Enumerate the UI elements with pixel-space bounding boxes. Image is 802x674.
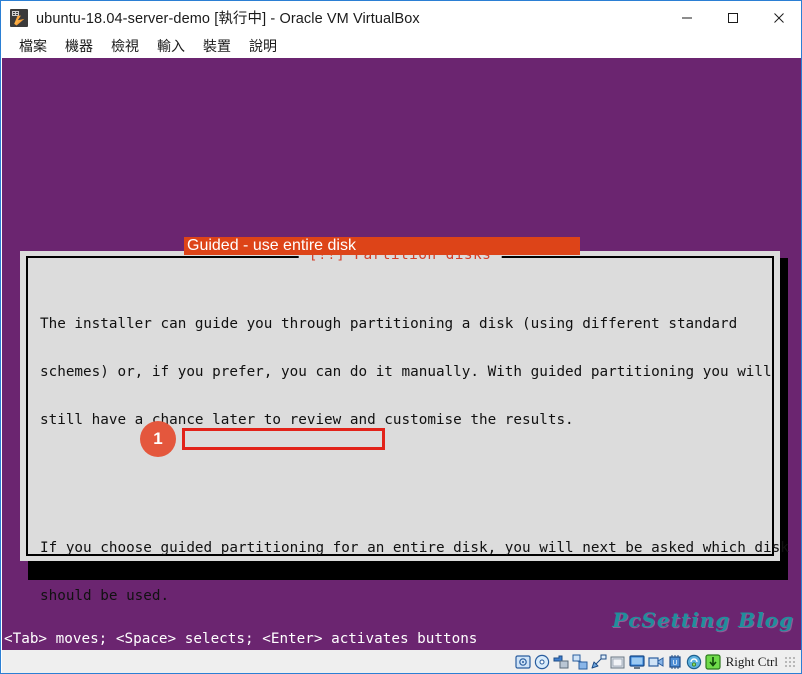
- intro-line-2: schemes) or, if you prefer, you can do i…: [40, 364, 772, 380]
- watermark-text: PcSetting Blog: [612, 608, 794, 632]
- menu-item-help[interactable]: 說明: [240, 34, 286, 58]
- guided-note-line-2: should be used.: [40, 588, 170, 604]
- virtualbox-status-bar: U Right Ctrl: [2, 650, 801, 673]
- minimize-button[interactable]: [664, 2, 710, 33]
- title-bar: ubuntu-18.04-server-demo [執行中] - Oracle …: [2, 2, 801, 33]
- option-guided-entire-disk[interactable]: Guided - use entire disk: [184, 237, 580, 255]
- menu-item-input[interactable]: 輸入: [148, 34, 194, 58]
- close-icon: [774, 12, 784, 23]
- close-button[interactable]: [756, 2, 801, 33]
- svg-text:U: U: [672, 660, 677, 667]
- window-controls: [664, 2, 801, 33]
- maximize-icon: [728, 12, 738, 23]
- dialog-content: The installer can guide you through part…: [28, 258, 789, 604]
- menu-item-devices[interactable]: 裝置: [194, 34, 240, 58]
- virtualbox-icon: [10, 8, 28, 27]
- shared-folders-icon[interactable]: [610, 654, 626, 670]
- menu-item-view[interactable]: 檢視: [102, 34, 148, 58]
- host-key-label: Right Ctrl: [725, 654, 778, 669]
- window-title: ubuntu-18.04-server-demo [執行中] - Oracle …: [36, 11, 420, 27]
- annotation-step-badge: 1: [140, 421, 176, 457]
- vm-display[interactable]: [!!] Partition disks The installer can g…: [2, 58, 801, 650]
- menu-item-file[interactable]: 檔案: [10, 34, 56, 58]
- minimize-icon: [682, 17, 692, 18]
- status-icon-group: U: [515, 654, 721, 670]
- host-key-icon[interactable]: [705, 654, 721, 670]
- floppy-disk-icon[interactable]: [553, 654, 569, 670]
- optical-disk-icon[interactable]: [534, 654, 550, 670]
- maximize-button[interactable]: [710, 2, 756, 33]
- display-icon[interactable]: [629, 654, 645, 670]
- intro-line-1: The installer can guide you through part…: [40, 316, 738, 332]
- recording-icon[interactable]: [648, 654, 664, 670]
- network-icon[interactable]: [572, 654, 588, 670]
- resize-grip-icon[interactable]: [784, 656, 796, 668]
- usb-icon[interactable]: [591, 654, 607, 670]
- mouse-icon[interactable]: [686, 654, 702, 670]
- partition-disks-dialog: [!!] Partition disks The installer can g…: [20, 247, 789, 604]
- cpu-icon[interactable]: U: [667, 654, 683, 670]
- menu-bar: 檔案 機器 檢視 輸入 裝置 說明: [2, 33, 801, 58]
- virtualbox-window: ubuntu-18.04-server-demo [執行中] - Oracle …: [0, 0, 802, 674]
- option-guided-entire-disk-label: Guided - use entire disk: [187, 237, 356, 254]
- dialog-frame: [!!] Partition disks The installer can g…: [26, 247, 789, 604]
- guided-note-line-1: If you choose guided partitioning for an…: [40, 540, 789, 556]
- hard-disk-icon[interactable]: [515, 654, 531, 670]
- menu-item-machine[interactable]: 機器: [56, 34, 102, 58]
